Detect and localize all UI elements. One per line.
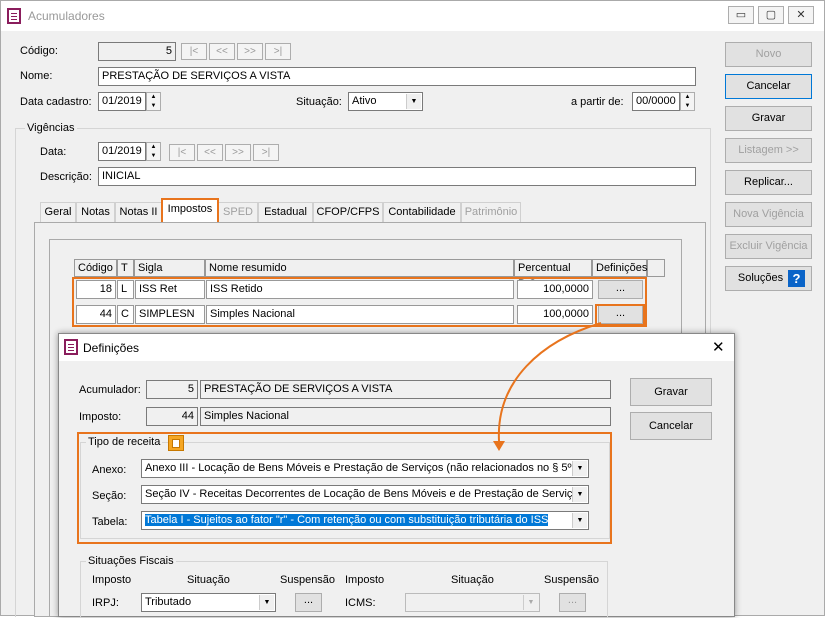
acumuladores-window: Acumuladores ▭ ▢ ✕ Código: 5 |< << >> >|… — [0, 0, 825, 618]
arrow-curve — [497, 322, 602, 442]
arrow-head-icon — [493, 441, 505, 451]
annotation-arrow — [493, 322, 602, 451]
